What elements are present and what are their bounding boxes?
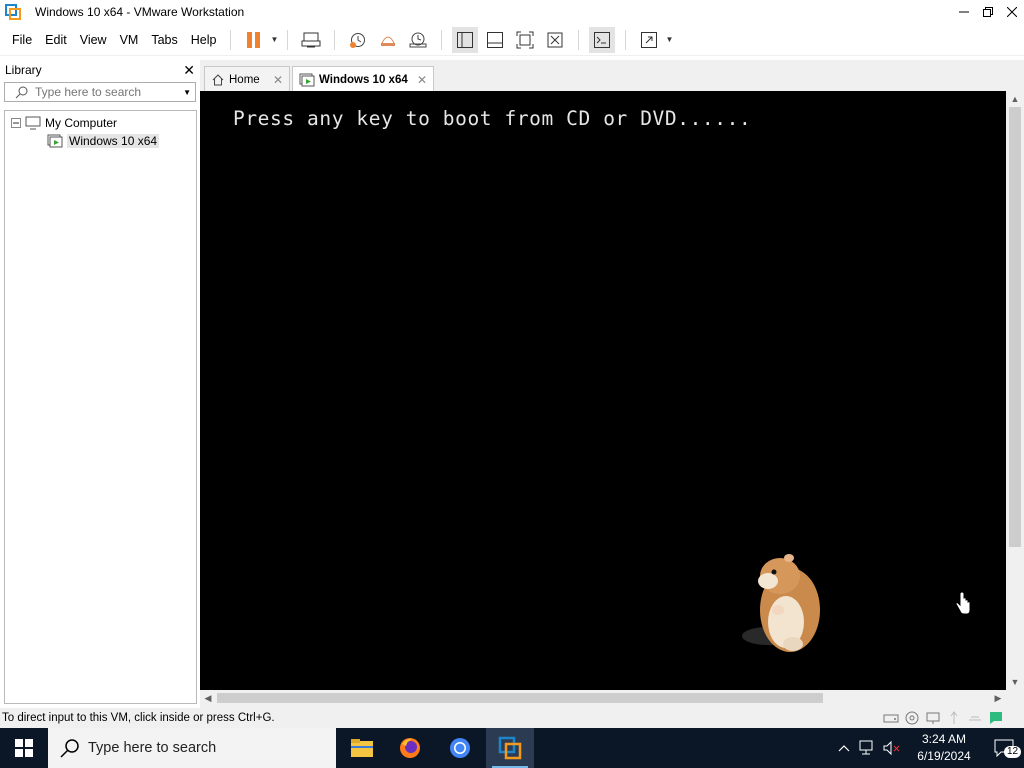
vertical-scrollbar[interactable]: ▲ ▼ bbox=[1006, 91, 1024, 690]
sound-card-icon[interactable] bbox=[967, 710, 983, 726]
library-search-input[interactable] bbox=[35, 85, 175, 99]
search-icon bbox=[15, 86, 28, 99]
tab-strip: Home ✕ Windows 10 x64 ✕ bbox=[200, 60, 1024, 93]
chrome-icon[interactable] bbox=[436, 728, 484, 768]
scroll-right-icon[interactable]: ▶ bbox=[990, 690, 1006, 706]
snapshot-manager-icon[interactable] bbox=[405, 27, 431, 53]
tab-label: Windows 10 x64 bbox=[319, 74, 408, 86]
tab-windows-10-x64[interactable]: Windows 10 x64 ✕ bbox=[292, 66, 434, 93]
minimize-button[interactable] bbox=[952, 0, 976, 24]
library-search-box[interactable]: ▼ bbox=[4, 82, 196, 102]
hamster-image bbox=[738, 548, 828, 660]
power-dropdown-icon[interactable]: ▼ bbox=[269, 27, 279, 53]
network-adapter-icon[interactable] bbox=[925, 710, 941, 726]
tab-label: Home bbox=[229, 73, 260, 86]
boot-message: Press any key to boot from CD or DVD....… bbox=[233, 107, 752, 130]
library-title: Library bbox=[5, 63, 42, 77]
windows-taskbar: Type here to search 3:24 AM 6/19/2024 12 bbox=[0, 728, 1024, 768]
usb-icon[interactable] bbox=[946, 710, 962, 726]
pause-icon[interactable] bbox=[241, 27, 267, 53]
close-button[interactable] bbox=[1000, 0, 1024, 24]
menu-view[interactable]: View bbox=[74, 24, 113, 56]
toolbar-separator bbox=[287, 29, 289, 50]
windows-start-icon[interactable] bbox=[0, 728, 48, 768]
tree-item-windows-10-x64[interactable]: Windows 10 x64 bbox=[47, 132, 160, 150]
stretch-icon[interactable] bbox=[636, 27, 662, 53]
scroll-left-icon[interactable]: ◀ bbox=[200, 690, 216, 706]
scroll-down-icon[interactable]: ▼ bbox=[1006, 674, 1024, 690]
library-panel: Library ✕ ▼ My Computer Windows 10 x64 bbox=[0, 60, 200, 706]
notification-center-icon[interactable]: 12 bbox=[984, 728, 1024, 768]
tab-home[interactable]: Home ✕ bbox=[204, 66, 290, 92]
status-message: To direct input to this VM, click inside… bbox=[2, 712, 275, 724]
vm-display-area: Press any key to boot from CD or DVD....… bbox=[200, 91, 1024, 708]
tree-label: Windows 10 x64 bbox=[67, 134, 160, 148]
vm-running-icon bbox=[47, 134, 63, 148]
revert-snapshot-icon[interactable] bbox=[375, 27, 401, 53]
menu-edit[interactable]: Edit bbox=[39, 24, 73, 56]
toolbar-separator bbox=[578, 29, 580, 50]
menu-tabs[interactable]: Tabs bbox=[145, 24, 183, 56]
taskbar-search-placeholder: Type here to search bbox=[88, 740, 217, 756]
unity-icon[interactable] bbox=[542, 27, 568, 53]
search-icon bbox=[60, 739, 79, 758]
clock-date: 6/19/2024 bbox=[917, 749, 971, 763]
hard-disk-icon[interactable] bbox=[883, 710, 899, 726]
firefox-icon[interactable] bbox=[386, 728, 434, 768]
restore-button[interactable] bbox=[976, 0, 1000, 24]
file-explorer-icon[interactable] bbox=[338, 728, 386, 768]
horizontal-scrollbar[interactable]: ◀ ▶ bbox=[200, 690, 1006, 706]
menu-file[interactable]: File bbox=[6, 24, 38, 56]
snapshot-icon[interactable] bbox=[345, 27, 371, 53]
taskbar-clock[interactable]: 3:24 AM 6/19/2024 bbox=[904, 731, 984, 765]
full-screen-icon[interactable] bbox=[512, 27, 538, 53]
console-view-icon[interactable] bbox=[589, 26, 616, 53]
vmware-workstation-icon[interactable] bbox=[486, 728, 534, 768]
home-icon bbox=[212, 73, 224, 85]
close-tab-icon[interactable]: ✕ bbox=[417, 73, 427, 87]
horizontal-scroll-thumb[interactable] bbox=[217, 693, 823, 703]
menu-vm[interactable]: VM bbox=[114, 24, 145, 56]
window-title: Windows 10 x64 - VMware Workstation bbox=[35, 5, 245, 19]
toolbar-separator bbox=[441, 29, 443, 50]
title-bar: Windows 10 x64 - VMware Workstation bbox=[0, 0, 1024, 24]
search-dropdown-icon[interactable]: ▼ bbox=[183, 88, 191, 97]
device-status-icons bbox=[883, 710, 1004, 726]
menu-toolbar: File Edit View VM Tabs Help ▼ ▼ bbox=[0, 24, 1024, 56]
thumbnail-bar-icon[interactable] bbox=[482, 27, 508, 53]
hand-cursor-icon bbox=[954, 591, 972, 616]
close-tab-icon[interactable]: ✕ bbox=[273, 73, 283, 87]
cd-dvd-icon[interactable] bbox=[904, 710, 920, 726]
message-log-icon[interactable] bbox=[988, 710, 1004, 726]
system-tray: 3:24 AM 6/19/2024 12 bbox=[832, 728, 1024, 768]
volume-muted-icon[interactable] bbox=[880, 728, 904, 768]
vm-running-icon bbox=[299, 73, 315, 87]
status-bar: To direct input to this VM, click inside… bbox=[0, 708, 1024, 728]
window-controls bbox=[952, 0, 1024, 24]
menu-help[interactable]: Help bbox=[185, 24, 223, 56]
toolbar-separator bbox=[230, 29, 232, 50]
toolbar-separator bbox=[334, 29, 336, 50]
scroll-up-icon[interactable]: ▲ bbox=[1006, 91, 1024, 107]
network-icon[interactable] bbox=[856, 728, 880, 768]
collapse-icon[interactable] bbox=[11, 118, 21, 128]
tree-label: My Computer bbox=[45, 116, 118, 130]
send-ctrl-alt-del-icon[interactable] bbox=[298, 27, 324, 53]
clock-time: 3:24 AM bbox=[921, 732, 967, 746]
show-hidden-icons-icon[interactable] bbox=[832, 728, 856, 768]
vmware-app-icon bbox=[5, 4, 21, 20]
show-library-icon[interactable] bbox=[452, 26, 479, 53]
tree-item-my-computer[interactable]: My Computer bbox=[11, 114, 117, 132]
library-tree: My Computer Windows 10 x64 bbox=[4, 110, 197, 704]
stretch-dropdown-icon[interactable]: ▼ bbox=[664, 27, 674, 53]
vertical-scroll-thumb[interactable] bbox=[1009, 107, 1021, 547]
toolbar-separator bbox=[625, 29, 627, 50]
notification-count-badge: 12 bbox=[1004, 746, 1022, 758]
vm-console-screen[interactable]: Press any key to boot from CD or DVD....… bbox=[200, 91, 1006, 690]
taskbar-search-box[interactable]: Type here to search bbox=[48, 728, 336, 768]
close-library-icon[interactable]: ✕ bbox=[183, 62, 195, 79]
library-header: Library ✕ bbox=[0, 60, 200, 80]
computer-icon bbox=[25, 116, 41, 130]
